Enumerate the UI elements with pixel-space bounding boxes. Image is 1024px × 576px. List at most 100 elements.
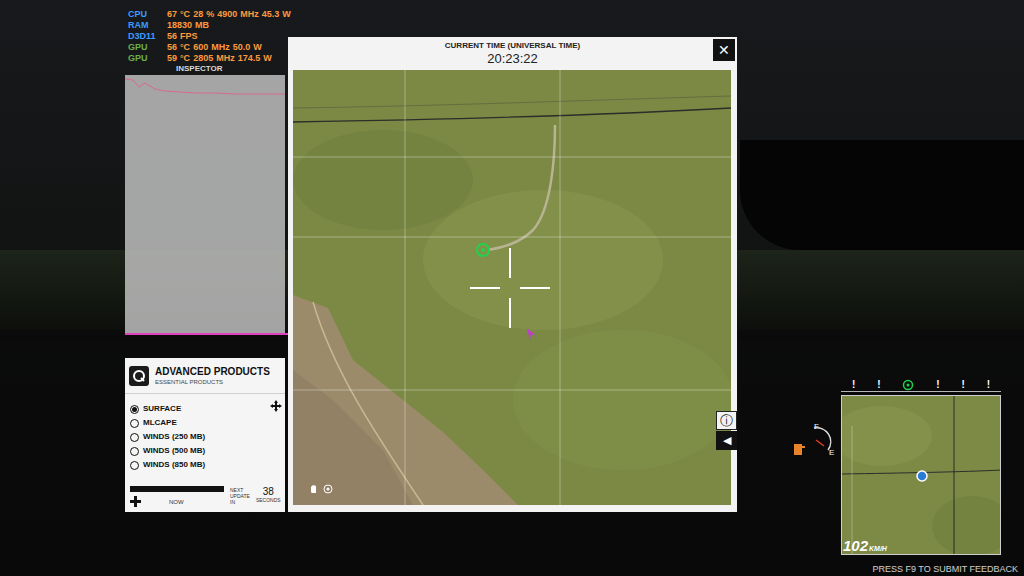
stat-label: D3D11 <box>128 31 164 42</box>
radio-button[interactable] <box>130 433 139 442</box>
map-title: CURRENT TIME (UNIVERSAL TIME) <box>445 41 580 51</box>
map-header: CURRENT TIME (UNIVERSAL TIME)20:23:22 ✕ <box>288 37 737 70</box>
products-subtitle: ESSENTIAL PRODUCTS <box>155 378 270 386</box>
graph-line <box>125 75 285 105</box>
stat-value: MHz <box>211 42 230 53</box>
radio-button[interactable] <box>130 419 139 428</box>
radio-button[interactable] <box>130 447 139 456</box>
radio-dot <box>132 407 137 412</box>
stat-value: °C <box>180 9 190 20</box>
stat-label: CPU <box>128 9 164 20</box>
next-update: 38SECONDS <box>256 486 281 503</box>
radio-button[interactable] <box>130 405 139 414</box>
fuel-empty-label: E <box>829 448 834 458</box>
compass-marker: ! <box>936 379 939 391</box>
products-title: ADVANCED PRODUCTS <box>155 366 270 378</box>
stat-row: CPU67°C28%4900MHz45.3W <box>128 9 291 20</box>
stat-value: 2805 <box>193 53 213 64</box>
timeline-track[interactable] <box>130 486 224 492</box>
collapse-button[interactable]: ◀ <box>716 431 737 450</box>
stat-value: FPS <box>180 31 198 42</box>
map-tools-icon <box>311 484 335 494</box>
fuel-gauge: FE <box>788 424 838 458</box>
stat-value: MB <box>195 20 209 31</box>
products-panel: ADVANCED PRODUCTSESSENTIAL PRODUCTS SURFA… <box>125 358 285 512</box>
products-logo-icon <box>129 366 149 386</box>
timeline-label: NOW <box>169 498 184 506</box>
stat-label: GPU <box>128 42 164 53</box>
next-update-label: NEXT UPDATE IN <box>230 486 250 505</box>
player-crosshair-icon <box>470 248 550 328</box>
option-label: WINDS (250 MB) <box>143 432 205 442</box>
stat-value: MHz <box>240 9 259 20</box>
stat-value: °C <box>180 53 190 64</box>
feedback-hint: PRESS F9 TO SUBMIT FEEDBACK <box>872 564 1018 575</box>
product-option[interactable]: WINDS (250 MB) <box>130 430 285 444</box>
stat-value: 56 <box>167 42 177 53</box>
product-option[interactable]: WINDS (500 MB) <box>130 444 285 458</box>
car-roof <box>740 140 1024 250</box>
stat-value: 67 <box>167 9 177 20</box>
stat-value: MHz <box>216 53 235 64</box>
stat-row: GPU59°C2805MHz174.5W <box>128 53 291 64</box>
compass-marker: ! <box>877 379 880 391</box>
next-update-value: 38 <box>263 486 274 497</box>
stat-label: RAM <box>128 20 164 31</box>
option-label: WINDS (500 MB) <box>143 446 205 456</box>
stat-value: 600 <box>193 42 208 53</box>
stat-value: % <box>206 9 214 20</box>
move-icon <box>270 400 282 412</box>
stat-value: 18830 <box>167 20 192 31</box>
product-option[interactable]: WINDS (850 MB) <box>130 458 285 472</box>
map-window: CURRENT TIME (UNIVERSAL TIME)20:23:22 ✕ ⓘ◀ <box>288 37 737 512</box>
product-options: SURFACE MLCAPE WINDS (250 MB) WINDS (500 MB… <box>125 394 285 472</box>
minimap <box>841 395 1001 555</box>
radio-button[interactable] <box>130 461 139 470</box>
fuel-full-label: F <box>814 422 819 432</box>
performance-overlay: CPU67°C28%4900MHz45.3WRAM18830MBD3D1156F… <box>128 9 291 64</box>
target-icon <box>474 241 492 259</box>
stat-row: RAM18830MB <box>128 20 291 31</box>
inspector-label: INSPECTOR <box>176 64 223 74</box>
speedometer: 102KM/H <box>843 538 887 554</box>
target-icon <box>902 379 914 391</box>
option-label: WINDS (850 MB) <box>143 460 205 470</box>
stat-value: 174.5 <box>238 53 261 64</box>
timeline-bottom: NOW <box>130 496 224 507</box>
stat-value: 4900 <box>217 9 237 20</box>
product-option[interactable]: MLCAPE <box>130 416 285 430</box>
speed-unit: KM/H <box>869 544 887 554</box>
inspector-panel <box>125 75 285 333</box>
stat-row: D3D1156FPS <box>128 31 291 42</box>
option-label: SURFACE <box>143 404 181 414</box>
option-label: MLCAPE <box>143 418 177 428</box>
stat-label: GPU <box>128 53 164 64</box>
product-option[interactable]: SURFACE <box>130 402 285 416</box>
marker-icon <box>526 328 536 340</box>
timeline-slider-area: NOW <box>130 486 224 507</box>
accent-line <box>125 333 290 335</box>
stat-value: 56 <box>167 31 177 42</box>
map-canvas[interactable] <box>293 70 731 505</box>
products-titles: ADVANCED PRODUCTSESSENTIAL PRODUCTS <box>155 366 270 386</box>
info-button[interactable]: ⓘ <box>716 411 737 430</box>
add-icon <box>130 496 141 507</box>
stat-value: W <box>263 53 272 64</box>
stat-value: 50.0 <box>233 42 251 53</box>
terrain <box>293 70 731 505</box>
products-header: ADVANCED PRODUCTSESSENTIAL PRODUCTS <box>125 358 285 394</box>
compass-marker: ! <box>852 379 855 391</box>
game-screen: CPU67°C28%4900MHz45.3WRAM18830MBD3D1156F… <box>0 0 1024 576</box>
compass-marker: ! <box>987 379 990 391</box>
map-time: 20:23:22 <box>487 51 538 66</box>
map-side-buttons: ⓘ◀ <box>716 411 737 450</box>
close-button[interactable]: ✕ <box>713 39 735 61</box>
minimap-terrain <box>842 396 1001 555</box>
compass-marker: ! <box>961 379 964 391</box>
compass-bar: !!!!! <box>841 378 1001 392</box>
stat-value: 28 <box>193 9 203 20</box>
next-update-unit: SECONDS <box>256 497 281 503</box>
timeline: NOW NEXT UPDATE IN 38SECONDS <box>125 472 285 507</box>
stat-value: °C <box>180 42 190 53</box>
stat-row: GPU56°C600MHz50.0W <box>128 42 291 53</box>
